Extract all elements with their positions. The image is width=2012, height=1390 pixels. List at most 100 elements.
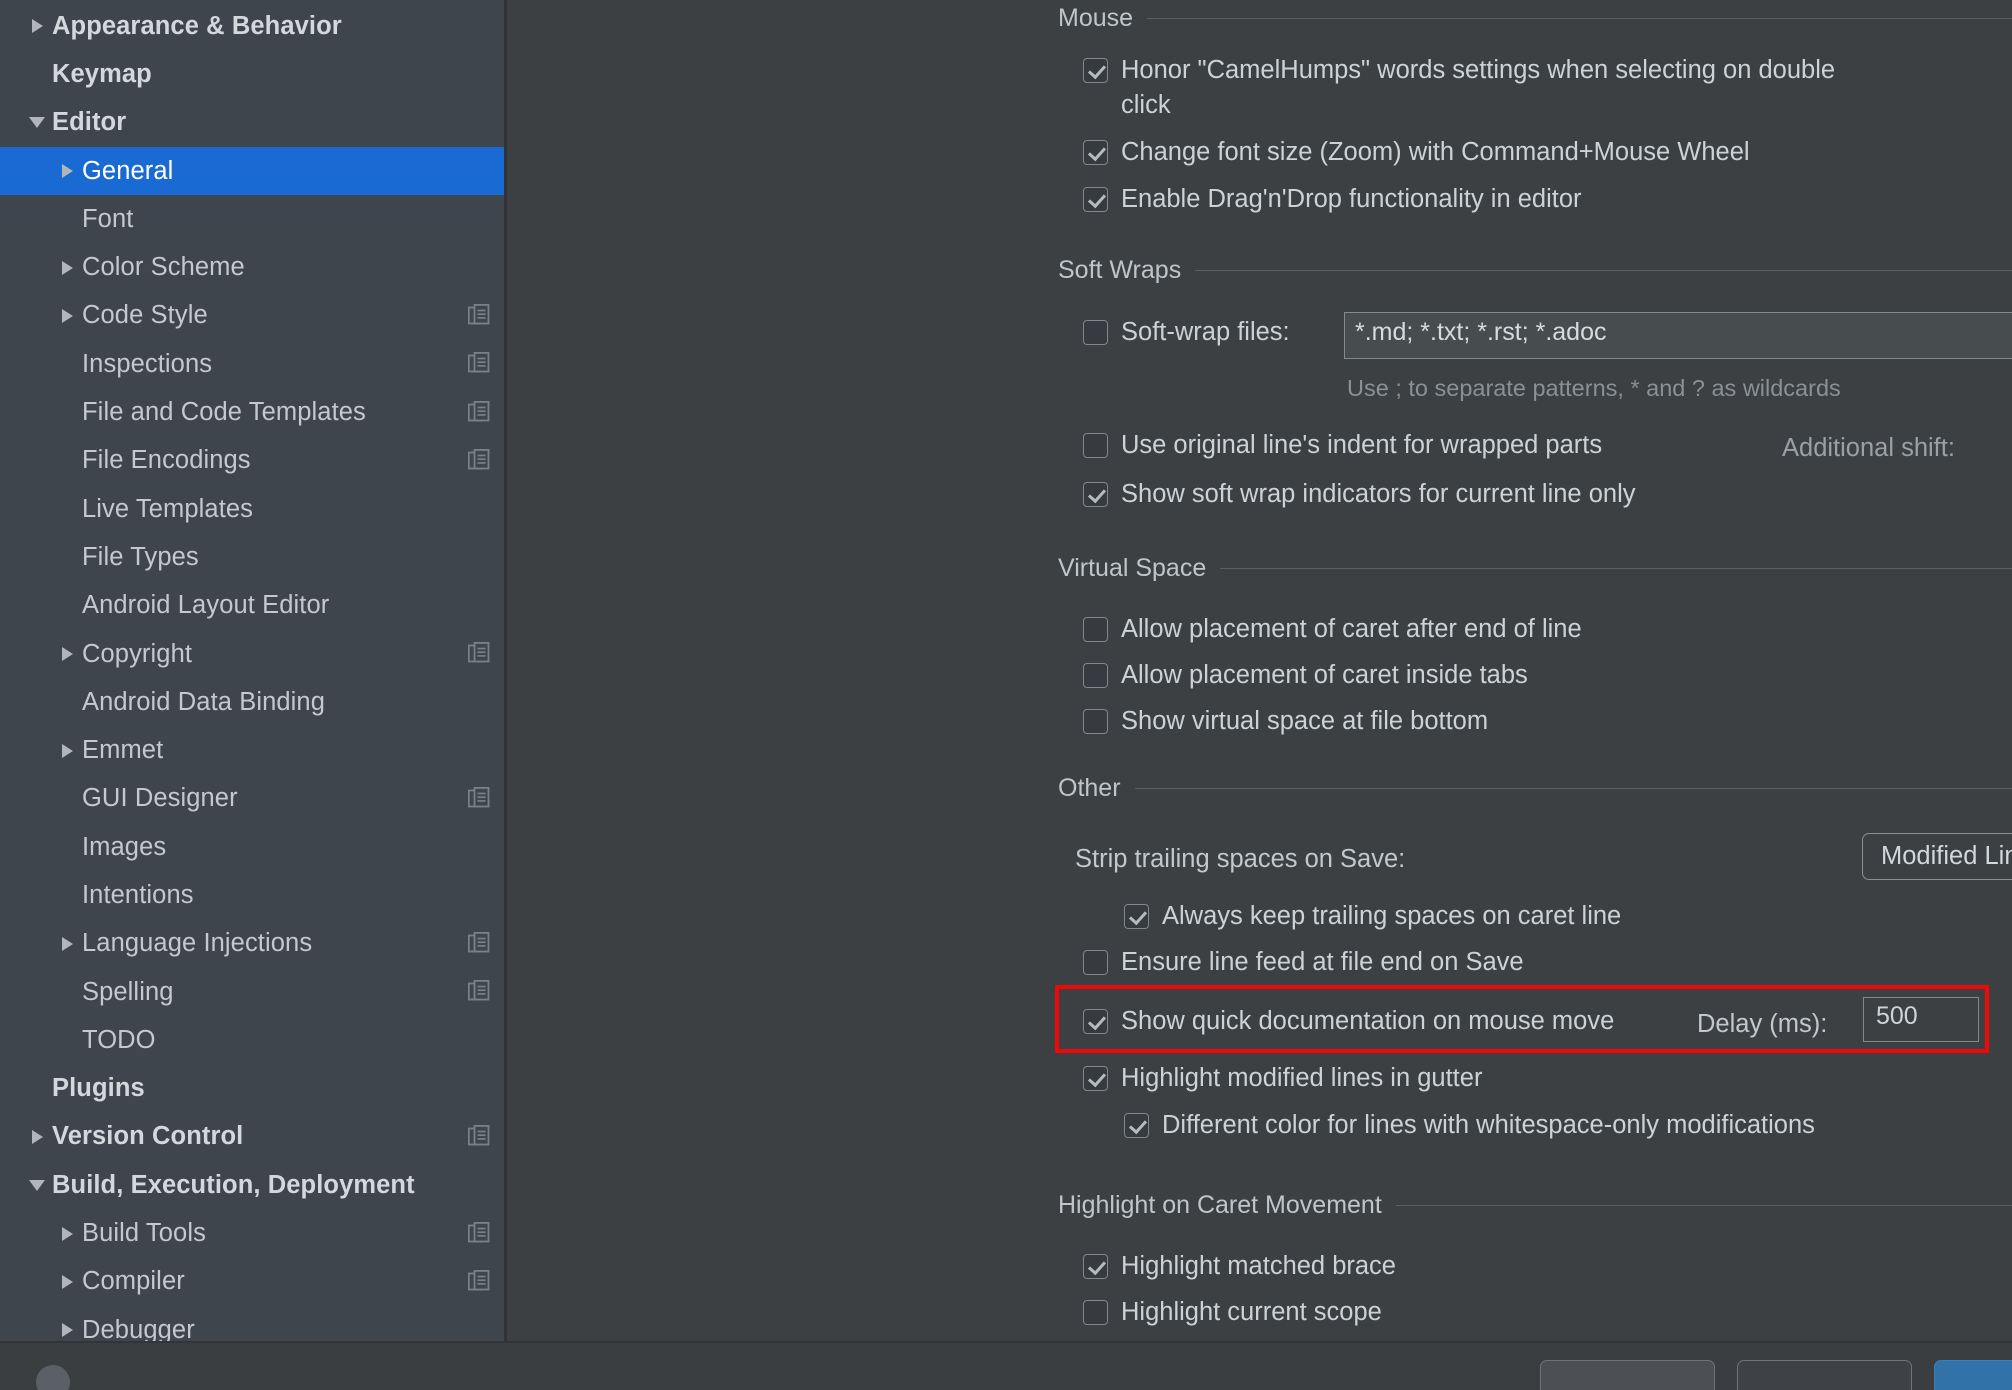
sidebar-item-inspections[interactable]: Inspections (0, 340, 504, 388)
checkbox-box[interactable] (1083, 140, 1108, 165)
apply-button[interactable] (1737, 1360, 1912, 1390)
strip-trailing-spaces-dropdown[interactable]: Modified Lines (1862, 833, 2012, 880)
sidebar-item-label: Debugger (82, 1315, 195, 1341)
checkbox-virtual-space-bottom[interactable]: Show virtual space at file bottom (1083, 703, 1488, 750)
expand-toggle[interactable] (22, 1129, 52, 1144)
sidebar-item-android-data-binding[interactable]: Android Data Binding (0, 678, 504, 726)
sidebar-item-file-and-code-templates[interactable]: File and Code Templates (0, 388, 504, 436)
section-title-highlight-caret: Highlight on Caret Movement (1058, 1190, 1382, 1219)
settings-category-tree[interactable]: Appearance & Behavior Keymap Editor General… (0, 0, 507, 1341)
expand-toggle[interactable] (52, 164, 82, 179)
copy-settings-icon (468, 400, 490, 425)
checkbox-box[interactable] (1083, 1254, 1108, 1279)
expand-toggle[interactable] (52, 260, 82, 275)
checkbox-box[interactable] (1083, 320, 1108, 345)
expand-toggle[interactable] (52, 647, 82, 661)
checkbox-box[interactable] (1124, 904, 1149, 929)
sidebar-item-keymap[interactable]: Keymap (0, 50, 504, 98)
checkbox-box[interactable] (1083, 58, 1108, 83)
sidebar-item-emmet[interactable]: Emmet (0, 726, 504, 774)
sidebar-item-general[interactable]: General (0, 146, 504, 196)
expand-toggle[interactable] (52, 1323, 82, 1338)
section-rule (1195, 269, 2012, 271)
sidebar-item-language-injections[interactable]: Language Injections (0, 920, 504, 968)
checkbox-box[interactable] (1124, 1113, 1149, 1138)
sidebar-item-spelling[interactable]: Spelling (0, 968, 504, 1016)
checkbox-honor-camelhumps[interactable]: Honor "CamelHumps" words settings when s… (1083, 52, 1843, 123)
sidebar-item-editor[interactable]: Editor (0, 99, 504, 147)
checkbox-highlight-modified-lines[interactable]: Highlight modified lines in gutter (1083, 1060, 1482, 1107)
checkbox-different-color-whitespace[interactable]: Different color for lines with whitespac… (1124, 1107, 1815, 1154)
sidebar-item-version-control[interactable]: Version Control (0, 1113, 504, 1161)
checkbox-caret-after-eol[interactable]: Allow placement of caret after end of li… (1083, 611, 1582, 658)
soft-wrap-files-input[interactable]: *.md; *.txt; *.rst; *.adoc (1344, 312, 2012, 359)
chevron-right-icon (61, 1274, 73, 1289)
checkbox-enable-dragndrop[interactable]: Enable Drag'n'Drop functionality in edit… (1083, 181, 1582, 228)
checkbox-ensure-line-feed[interactable]: Ensure line feed at file end on Save (1083, 944, 1524, 991)
copy-settings-icon (468, 931, 490, 956)
expand-toggle[interactable] (52, 1274, 82, 1289)
checkbox-box[interactable] (1083, 617, 1108, 642)
checkbox-box[interactable] (1083, 433, 1108, 458)
expand-toggle[interactable] (52, 1226, 82, 1241)
section-highlight-caret: Highlight on Caret Movement (1034, 1185, 2012, 1225)
collapse-toggle[interactable] (22, 1179, 52, 1191)
expand-toggle[interactable] (52, 936, 82, 951)
checkbox-show-soft-wrap-indicators[interactable]: Show soft wrap indicators for current li… (1083, 476, 1635, 523)
checkbox-change-font-size[interactable]: Change font size (Zoom) with Command+Mou… (1083, 134, 1750, 181)
checkbox-highlight-matched-brace[interactable]: Highlight matched brace (1083, 1248, 1396, 1295)
expand-toggle[interactable] (52, 743, 82, 758)
checkbox-always-keep-trailing-spaces[interactable]: Always keep trailing spaces on caret lin… (1124, 898, 1621, 945)
sidebar-item-file-encodings[interactable]: File Encodings (0, 437, 504, 485)
sidebar-item-build-tools[interactable]: Build Tools (0, 1209, 504, 1257)
sidebar-item-color-scheme[interactable]: Color Scheme (0, 243, 504, 291)
expand-toggle[interactable] (22, 19, 52, 34)
sidebar-item-appearance-behavior[interactable]: Appearance & Behavior (0, 2, 504, 50)
section-header-other: Other (1034, 768, 2012, 808)
cancel-button[interactable] (1540, 1360, 1715, 1390)
copy-settings-icon (468, 786, 490, 811)
sidebar-item-plugins[interactable]: Plugins (0, 1065, 504, 1113)
sidebar-item-intentions[interactable]: Intentions (0, 871, 504, 919)
chevron-right-icon (61, 260, 73, 275)
sidebar-item-label: Code Style (82, 301, 208, 330)
sidebar-item-label: Keymap (52, 59, 152, 88)
checkbox-use-original-indent[interactable]: Use original line's indent for wrapped p… (1083, 427, 1602, 474)
checkbox-box[interactable] (1083, 1009, 1108, 1034)
checkbox-box[interactable] (1083, 187, 1108, 212)
sidebar-item-label: Emmet (82, 736, 164, 765)
sidebar-item-android-layout-editor[interactable]: Android Layout Editor (0, 582, 504, 630)
checkbox-box[interactable] (1083, 663, 1108, 688)
checkbox-box[interactable] (1083, 709, 1108, 734)
sidebar-item-file-types[interactable]: File Types (0, 533, 504, 581)
checkbox-label: Enable Drag'n'Drop functionality in edit… (1121, 185, 1582, 213)
quick-doc-delay-input[interactable]: 500 (1863, 997, 1979, 1042)
sidebar-item-gui-designer[interactable]: GUI Designer (0, 775, 504, 823)
sidebar-item-build-execution-deployment[interactable]: Build, Execution, Deployment (0, 1161, 504, 1209)
checkbox-caret-inside-tabs[interactable]: Allow placement of caret inside tabs (1083, 657, 1528, 704)
ok-button[interactable] (1934, 1360, 2012, 1390)
sidebar-item-images[interactable]: Images (0, 823, 504, 871)
copy-settings-icon (468, 1124, 490, 1149)
sidebar-item-code-style[interactable]: Code Style (0, 292, 504, 340)
checkbox-box[interactable] (1083, 1066, 1108, 1091)
checkbox-box[interactable] (1083, 1300, 1108, 1325)
checkbox-soft-wrap-files[interactable]: Soft-wrap files: (1083, 314, 1290, 361)
section-header-mouse: Mouse (1034, 0, 2012, 38)
checkbox-label: Highlight matched brace (1121, 1252, 1396, 1280)
sidebar-item-todo[interactable]: TODO (0, 1016, 504, 1064)
checkbox-box[interactable] (1083, 950, 1108, 975)
checkbox-highlight-current-scope[interactable]: Highlight current scope (1083, 1294, 1382, 1341)
sidebar-item-live-templates[interactable]: Live Templates (0, 485, 504, 533)
checkbox-box[interactable] (1083, 482, 1108, 507)
checkbox-show-quick-documentation[interactable]: Show quick documentation on mouse move (1083, 1003, 1614, 1050)
sidebar-item-label: Build, Execution, Deployment (52, 1170, 415, 1199)
sidebar-item-copyright[interactable]: Copyright (0, 630, 504, 678)
checkbox-label: Honor "CamelHumps" words settings when s… (1121, 56, 1836, 120)
sidebar-item-compiler[interactable]: Compiler (0, 1258, 504, 1306)
help-button[interactable] (36, 1365, 70, 1390)
expand-toggle[interactable] (52, 308, 82, 323)
collapse-toggle[interactable] (22, 117, 52, 129)
sidebar-item-debugger[interactable]: Debugger (0, 1306, 504, 1341)
sidebar-item-font[interactable]: Font (0, 195, 504, 243)
